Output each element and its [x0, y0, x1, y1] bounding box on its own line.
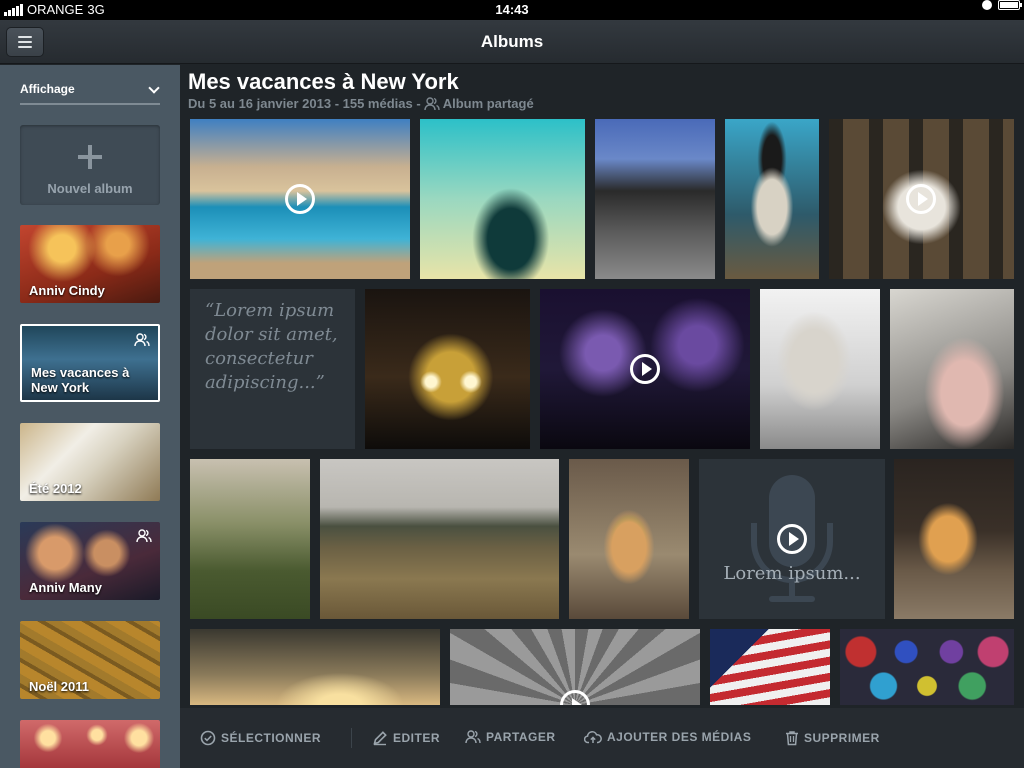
album-label: Noël 2011	[29, 679, 89, 694]
share-button[interactable]: PARTAGER	[465, 730, 556, 744]
plus-icon	[78, 145, 102, 169]
album-thumb-noel-2011[interactable]: Noël 2011	[20, 621, 160, 699]
add-media-label: AJOUTER DES MÉDIAS	[607, 730, 752, 744]
select-label: SÉLECTIONNER	[221, 731, 322, 745]
play-icon	[285, 184, 315, 214]
media-photo-white-horse[interactable]	[760, 289, 880, 449]
shared-users-icon	[134, 333, 150, 347]
toolbar-divider	[351, 728, 352, 748]
media-text-quote[interactable]: “Lorem ipsum dolor sit amet, consectetur…	[190, 289, 355, 449]
album-thumb-birthday-cake[interactable]	[20, 720, 160, 768]
battery-icon	[998, 0, 1022, 10]
album-thumb-ete-2012[interactable]: Été 2012	[20, 423, 160, 501]
cloud-upload-icon	[584, 731, 602, 744]
media-photo-sunset[interactable]	[190, 629, 440, 705]
album-label: Mes vacances à New York	[31, 365, 130, 395]
delete-button[interactable]: SUPPRIMER	[785, 730, 880, 746]
play-icon	[777, 524, 807, 554]
media-photo-penguin-toy[interactable]	[725, 119, 819, 279]
chevron-down-icon	[148, 82, 160, 94]
shared-status: Album partagé	[442, 96, 534, 111]
edit-label: EDITER	[393, 731, 441, 745]
trash-icon	[786, 731, 798, 746]
media-photo-cow-fence[interactable]	[829, 119, 1014, 279]
page-title: Albums	[480, 32, 544, 51]
quote-text: “Lorem ipsum dolor sit amet, consectetur…	[205, 300, 338, 393]
media-photo-palm-tree[interactable]	[420, 119, 585, 279]
pencil-icon	[373, 731, 387, 746]
album-subtitle: Du 5 au 16 janvier 2013 - 155 médias - A…	[188, 96, 534, 111]
album-content: Mes vacances à New York Du 5 au 16 janvi…	[180, 65, 1024, 705]
media-photo-pool-villa[interactable]	[190, 119, 410, 279]
album-label: Été 2012	[29, 481, 82, 496]
album-thumb-anniv-many[interactable]: Anniv Many	[20, 522, 160, 600]
play-icon	[906, 184, 936, 214]
audio-caption: Lorem ipsum...	[723, 563, 861, 584]
shared-users-icon	[136, 529, 152, 543]
media-photo-pizza-hand[interactable]	[569, 459, 689, 619]
media-photo-cow-nose[interactable]	[890, 289, 1014, 449]
check-circle-icon	[200, 730, 216, 746]
select-button[interactable]: SÉLECTIONNER	[200, 730, 321, 746]
action-toolbar: SÉLECTIONNER EDITER PARTAGER AJOUTER DES…	[180, 708, 1024, 768]
delete-label: SUPPRIMER	[804, 731, 880, 745]
shared-users-icon	[465, 730, 481, 744]
play-icon	[630, 354, 660, 384]
shared-users-icon	[423, 96, 440, 110]
albums-sidebar: Affichage Nouvel album Anniv Cindy Mes v…	[0, 65, 180, 768]
media-photo-brooklyn-bridge[interactable]	[595, 119, 715, 279]
album-label: Anniv Cindy	[29, 283, 105, 298]
media-photo-us-flag[interactable]	[710, 629, 830, 705]
edit-button[interactable]: EDITER	[372, 730, 440, 746]
new-album-label: Nouvel album	[47, 181, 133, 196]
alarm-icon	[982, 0, 992, 10]
display-dropdown[interactable]: Affichage	[20, 75, 160, 105]
album-thumb-anniv-cindy[interactable]: Anniv Cindy	[20, 225, 160, 303]
media-photo-pizza-oven[interactable]	[894, 459, 1014, 619]
media-audio-note[interactable]: Lorem ipsum...	[699, 459, 885, 619]
share-label: PARTAGER	[486, 730, 556, 744]
album-label: Anniv Many	[29, 580, 102, 595]
status-bar: ORANGE 3G 14:43	[0, 0, 1024, 20]
media-photo-imagine-mosaic[interactable]	[450, 629, 700, 705]
new-album-button[interactable]: Nouvel album	[20, 125, 160, 205]
album-title: Mes vacances à New York	[188, 69, 459, 94]
album-meta: Du 5 au 16 janvier 2013 - 155 médias -	[188, 96, 421, 111]
media-photo-concert[interactable]	[540, 289, 750, 449]
display-label: Affichage	[20, 82, 75, 96]
add-media-button[interactable]: AJOUTER DES MÉDIAS	[584, 730, 751, 744]
navigation-bar: Albums	[0, 20, 1024, 64]
media-photo-grass[interactable]	[190, 459, 310, 619]
play-icon	[560, 690, 590, 705]
media-photo-yellow-taxi[interactable]	[365, 289, 530, 449]
media-photo-caps[interactable]	[840, 629, 1014, 705]
album-thumb-vacances-new-york[interactable]: Mes vacances à New York	[20, 324, 160, 402]
media-photo-field[interactable]	[320, 459, 559, 619]
clock-time: 14:43	[495, 2, 529, 17]
